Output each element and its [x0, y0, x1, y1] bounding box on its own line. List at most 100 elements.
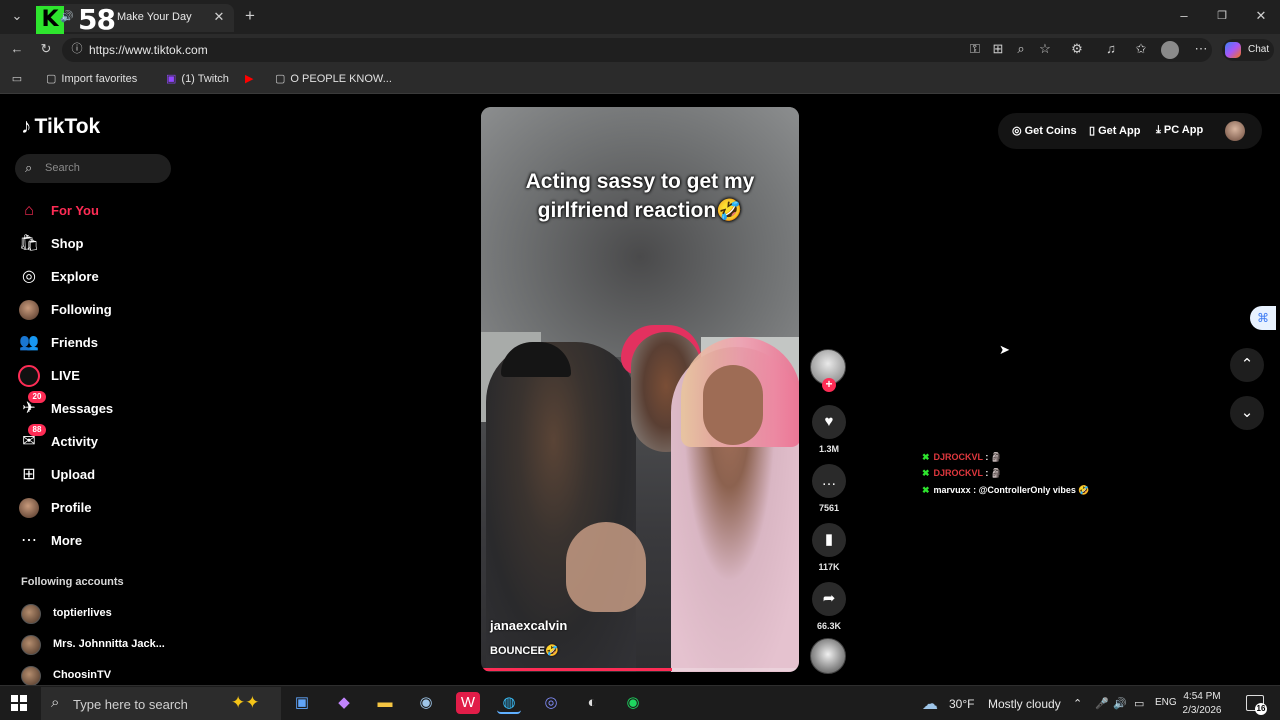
- minimize-window-icon[interactable]: –: [1175, 8, 1193, 26]
- sidebar-item-live[interactable]: LIVE: [18, 364, 178, 388]
- chat-message: @ControllerOnly vibes 🤣: [978, 485, 1090, 495]
- chat-overlay-line: ✖ DJROCKVL : 🗿: [922, 468, 1003, 478]
- share-icon[interactable]: ➦: [812, 582, 846, 616]
- wps-icon[interactable]: W: [456, 692, 480, 714]
- video-author[interactable]: janaexcalvin: [490, 618, 567, 633]
- extensions-icon[interactable]: ⚙: [1068, 41, 1086, 59]
- weather-desc[interactable]: Mostly cloudy: [988, 697, 1061, 711]
- video-description: BOUNCEE🤣: [490, 645, 559, 657]
- get-app-button[interactable]: ▯ Get App: [1089, 124, 1140, 137]
- get-coins-button[interactable]: ◎ Get Coins: [1012, 124, 1077, 137]
- network-icon[interactable]: ▭: [1134, 697, 1144, 710]
- video-progress-bar[interactable]: [481, 668, 799, 671]
- copilot-app-icon[interactable]: ◆: [332, 692, 356, 714]
- weather-cloud-icon[interactable]: ☁: [922, 694, 938, 714]
- new-tab-icon[interactable]: +: [241, 7, 259, 26]
- close-window-icon[interactable]: ✕: [1252, 8, 1270, 26]
- follow-plus-icon[interactable]: +: [822, 378, 836, 392]
- media-control-icon[interactable]: ♫: [1102, 41, 1120, 59]
- copilot-sparkle-icon[interactable]: ✦✦: [231, 693, 260, 713]
- site-info-icon[interactable]: ⓘ: [68, 41, 86, 59]
- video-player[interactable]: Acting sassy to get my girlfriend reacti…: [481, 107, 799, 672]
- favorite-star-icon[interactable]: ☆: [1036, 41, 1054, 59]
- obs-icon[interactable]: ◐: [580, 692, 604, 714]
- taskbar-search-input[interactable]: ⌕ Type here to search ✦✦: [41, 687, 281, 720]
- get-app-label: Get App: [1098, 125, 1141, 137]
- sidebar-item-friends[interactable]: 👥 Friends: [18, 331, 178, 355]
- translate-tool-icon[interactable]: ⌘: [1250, 306, 1276, 330]
- sidebar-item-for-you[interactable]: ⌂ For You: [18, 199, 178, 223]
- steam-icon[interactable]: ◉: [414, 692, 438, 714]
- heart-icon[interactable]: ♥: [812, 405, 846, 439]
- like-action[interactable]: ♥ 1.3M: [810, 405, 848, 454]
- sidebar-item-following[interactable]: Following: [18, 298, 178, 322]
- sidebar-item-profile[interactable]: Profile: [18, 496, 178, 520]
- account-name: toptierlives: [53, 607, 112, 619]
- save-action[interactable]: ▮ 117K: [810, 523, 848, 572]
- store-icon[interactable]: ▣: [290, 692, 314, 714]
- spotify-icon[interactable]: ◉: [621, 692, 645, 714]
- fav-page[interactable]: ▢ O PEOPLE KNOW...: [275, 72, 392, 85]
- import-icon: ▢: [46, 73, 57, 85]
- chevron-up-icon[interactable]: ⌃: [1230, 348, 1264, 382]
- share-action[interactable]: ➦ 66.3K: [810, 582, 848, 631]
- comment-action[interactable]: … 7561: [810, 464, 848, 513]
- microphone-icon[interactable]: 🎤: [1095, 697, 1109, 710]
- user-avatar[interactable]: [1225, 121, 1245, 141]
- chevron-down-icon[interactable]: ⌄: [1230, 396, 1264, 430]
- fav-label: (1) Twitch: [181, 73, 229, 85]
- copilot-chat-button[interactable]: Chat: [1222, 39, 1274, 61]
- tab-list-chevron-icon[interactable]: ⌄: [8, 8, 26, 26]
- following-account[interactable]: Mrs. Johnnitta Jack...: [21, 633, 181, 657]
- tiktok-page: ♪ TikTok ⌕ Search ⌂ For You 🛍 Shop ◎ Explore Fo…: [4, 95, 1276, 685]
- url-field[interactable]: ⓘ https://www.tiktok.com ⚿ ⊞ ⌕ ☆: [62, 38, 1212, 62]
- tab-actions-icon[interactable]: ▭: [8, 71, 26, 89]
- sidebar-item-upload[interactable]: ⊞ Upload: [18, 463, 178, 487]
- weather-temp[interactable]: 30°F: [949, 697, 974, 711]
- bookmark-icon[interactable]: ▮: [812, 523, 846, 557]
- fav-import[interactable]: ▢ Import favorites: [46, 72, 137, 85]
- windows-start-icon[interactable]: [11, 695, 27, 711]
- sidebar-item-label: LIVE: [51, 368, 80, 383]
- profile-avatar-icon: [19, 498, 39, 518]
- comment-icon[interactable]: …: [812, 464, 846, 498]
- person-hand: [566, 522, 646, 612]
- sidebar-item-activity[interactable]: ✉ 88 Activity: [18, 424, 178, 454]
- settings-more-icon[interactable]: ⋯: [1192, 41, 1210, 59]
- refresh-icon[interactable]: ↻: [37, 41, 55, 59]
- account-name: ChoosinTV: [53, 669, 112, 681]
- following-account[interactable]: toptierlives: [21, 602, 181, 626]
- key-icon[interactable]: ⚿: [966, 41, 984, 59]
- volume-icon[interactable]: 🔊: [1113, 697, 1127, 710]
- chat-message: 🗿: [990, 452, 1003, 462]
- sidebar-item-messages[interactable]: ✈ 20 Messages: [18, 391, 178, 421]
- chat-overlay-line: ✖ marvuxx : @ControllerOnly vibes 🤣: [922, 485, 1090, 495]
- user-profile-icon[interactable]: [1161, 41, 1179, 59]
- fav-twitch[interactable]: ▣ (1) Twitch: [166, 72, 229, 85]
- clock[interactable]: 4:54 PM 2/3/2026: [1172, 690, 1232, 718]
- friends-icon: 👥: [19, 334, 39, 351]
- zoom-icon[interactable]: ⌕: [1012, 41, 1030, 59]
- sidebar-item-explore[interactable]: ◎ Explore: [18, 265, 178, 289]
- sidebar-item-shop[interactable]: 🛍 Shop: [18, 232, 178, 256]
- notification-center-icon[interactable]: 16: [1246, 695, 1267, 715]
- tiktok-logo[interactable]: ♪ TikTok: [21, 115, 100, 139]
- sidebar-item-more[interactable]: ⋯ More: [18, 529, 178, 553]
- music-disc-avatar[interactable]: [810, 638, 846, 674]
- fav-youtube[interactable]: ▶: [245, 72, 253, 85]
- search-input[interactable]: ⌕ Search: [15, 154, 171, 183]
- browser-tab[interactable]: K 58 🔊 Make Your Day ✕: [36, 3, 234, 36]
- edge-icon[interactable]: ◍: [497, 692, 521, 714]
- apps-icon[interactable]: ⊞: [989, 41, 1007, 59]
- chrome-profile-icon[interactable]: ◎: [539, 692, 563, 714]
- close-tab-icon[interactable]: ✕: [210, 9, 228, 27]
- following-account[interactable]: ChoosinTV: [21, 664, 181, 685]
- file-explorer-icon[interactable]: ▬: [373, 692, 397, 714]
- tray-chevron-icon[interactable]: ⌃: [1073, 697, 1082, 710]
- maximize-window-icon[interactable]: ❐: [1213, 8, 1231, 26]
- pc-app-button[interactable]: ⤓ PC App: [1156, 124, 1203, 137]
- audio-playing-icon[interactable]: 🔊: [58, 9, 76, 27]
- sidebar-item-label: Shop: [51, 236, 84, 251]
- favorites-icon[interactable]: ✩: [1132, 41, 1150, 59]
- back-icon[interactable]: ←: [8, 41, 26, 59]
